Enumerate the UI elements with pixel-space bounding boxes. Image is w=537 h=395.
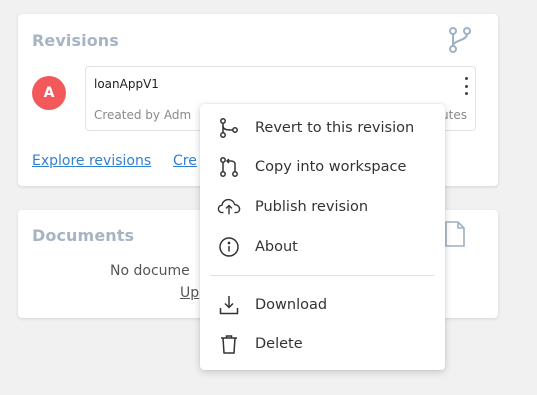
menu-item-download[interactable]: Download <box>200 287 445 323</box>
menu-divider <box>210 275 435 276</box>
revision-meta: Created by Adm <box>94 108 192 122</box>
cloud-upload-icon <box>217 195 241 219</box>
menu-item-revert[interactable]: Revert to this revision <box>200 110 445 146</box>
documents-title: Documents <box>32 226 135 245</box>
trash-icon <box>217 332 241 356</box>
info-icon <box>217 235 241 259</box>
revisions-title: Revisions <box>32 31 119 50</box>
upload-link[interactable]: Up <box>180 285 199 301</box>
file-icon <box>444 220 466 248</box>
more-options-icon[interactable] <box>461 75 471 97</box>
menu-item-label: Publish revision <box>255 199 369 215</box>
revision-name: loanAppV1 <box>94 77 159 91</box>
branch-icon <box>446 26 474 54</box>
explore-revisions-link[interactable]: Explore revisions <box>32 153 151 169</box>
no-documents-text: No docume <box>110 263 190 279</box>
revision-context-menu: Revert to this revision Copy into worksp… <box>200 104 445 370</box>
menu-item-label: Delete <box>255 336 303 352</box>
avatar: A <box>32 76 66 110</box>
menu-item-about[interactable]: About <box>200 229 445 265</box>
menu-item-label: Download <box>255 297 328 313</box>
menu-item-label: Revert to this revision <box>255 120 415 136</box>
menu-item-publish-revision[interactable]: Publish revision <box>200 189 445 225</box>
branch-revert-icon <box>217 116 241 140</box>
merge-copy-icon <box>217 155 241 179</box>
create-revision-link[interactable]: Cre <box>173 153 197 169</box>
menu-item-copy-into-workspace[interactable]: Copy into workspace <box>200 149 445 185</box>
menu-item-label: Copy into workspace <box>255 159 407 175</box>
download-icon <box>217 293 241 317</box>
menu-item-delete[interactable]: Delete <box>200 326 445 362</box>
menu-item-label: About <box>255 239 298 255</box>
